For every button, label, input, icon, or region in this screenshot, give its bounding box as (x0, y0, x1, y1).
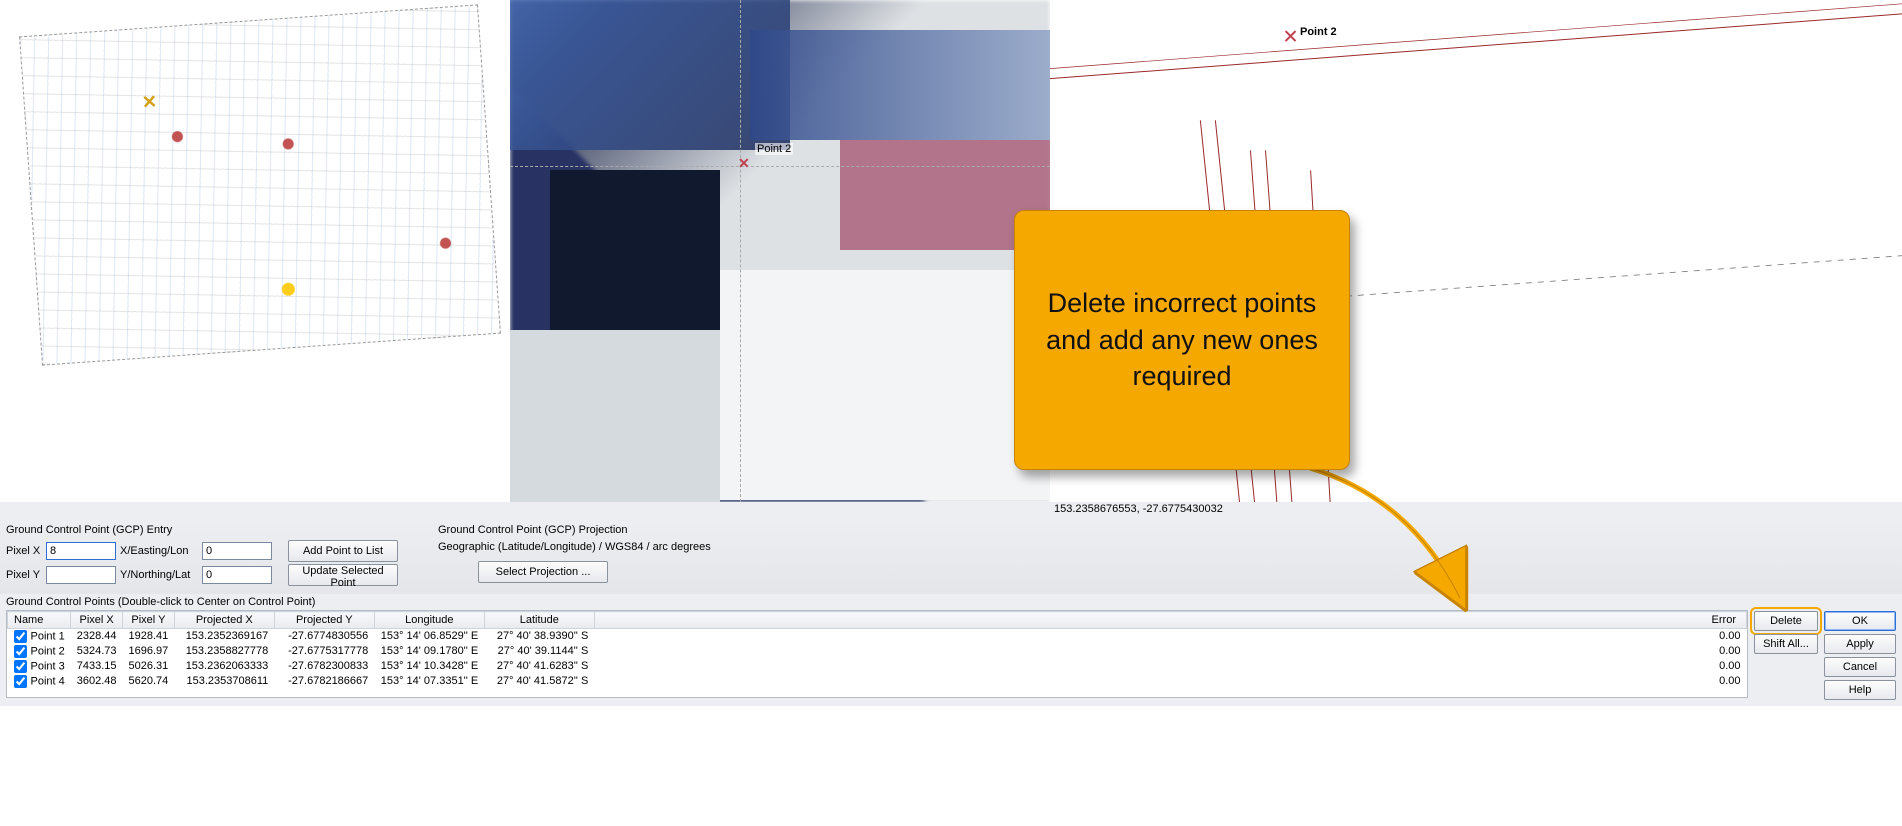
col-lon[interactable]: Longitude (374, 612, 484, 629)
easting-label: X/Easting/Lon (120, 545, 198, 557)
pixel-x-label: Pixel X (6, 545, 42, 557)
map-point-label: Point 2 (1300, 26, 1337, 38)
table-row[interactable]: Point 12328.441928.41153.2352369167-27.6… (8, 629, 1747, 644)
select-projection-button[interactable]: Select Projection ... (478, 561, 608, 583)
dialog-buttons: OK Apply Cancel Help (1824, 610, 1896, 700)
pixel-y-label: Pixel Y (6, 569, 42, 581)
easting-input[interactable] (202, 542, 272, 560)
gcp-table[interactable]: Name Pixel X Pixel Y Projected X Project… (6, 610, 1748, 698)
entry-title: Ground Control Point (GCP) Entry (6, 524, 398, 536)
col-pixelx[interactable]: Pixel X (71, 612, 123, 629)
pixel-x-input[interactable] (46, 542, 116, 560)
help-button[interactable]: Help (1824, 680, 1896, 700)
gcp-table-area: Ground Control Points (Double-click to C… (0, 594, 1902, 706)
overview-panel[interactable]: ✕ (0, 0, 510, 502)
point-marker-icon: ✕ (738, 156, 750, 171)
projection-title: Ground Control Point (GCP) Projection (438, 524, 711, 536)
annotation-callout: Delete incorrect points and add any new … (1014, 210, 1350, 470)
pixel-y-input[interactable] (46, 566, 116, 584)
table-caption: Ground Control Points (Double-click to C… (6, 596, 1896, 608)
northing-input[interactable] (202, 566, 272, 584)
annotation-arrow-icon (1290, 458, 1490, 618)
table-row[interactable]: Point 37433.155026.31153.2362063333-27.6… (8, 659, 1747, 674)
gcp-marker-icon: ✕ (141, 91, 158, 113)
annotation-text: Delete incorrect points and add any new … (1041, 285, 1323, 394)
update-point-button[interactable]: Update Selected Point (288, 564, 398, 586)
row-checkbox[interactable] (14, 645, 27, 658)
table-side-buttons: Delete Shift All... (1754, 610, 1818, 654)
zoom-pixels (510, 0, 1050, 502)
viewport-panels: ✕ ✕ Point 2 Point 2 (0, 0, 1902, 502)
col-lat[interactable]: Latitude (484, 612, 594, 629)
col-projx[interactable]: Projected X (174, 612, 274, 629)
zoom-panel[interactable]: ✕ Point 2 (510, 0, 1050, 502)
delete-button[interactable]: Delete (1754, 611, 1818, 631)
add-point-button[interactable]: Add Point to List (288, 540, 398, 562)
apply-button[interactable]: Apply (1824, 634, 1896, 654)
table-row[interactable]: Point 43602.485620.74153.2353708611-27.6… (8, 674, 1747, 689)
table-row[interactable]: Point 25324.731696.97153.2358827778-27.6… (8, 644, 1747, 659)
crosshair-horizontal (510, 166, 1050, 167)
gcp-entry-form: Ground Control Point (GCP) Entry Pixel X… (0, 520, 1902, 594)
row-checkbox[interactable] (14, 660, 27, 673)
ok-button[interactable]: OK (1824, 611, 1896, 631)
plan-image (19, 4, 501, 365)
coordinate-readout: 153.2358676553, -27.6775430032 (1054, 503, 1223, 515)
col-projy[interactable]: Projected Y (274, 612, 374, 629)
col-err[interactable]: Error (594, 612, 1746, 629)
row-checkbox[interactable] (14, 675, 27, 688)
shift-all-button[interactable]: Shift All... (1754, 634, 1818, 654)
col-pixely[interactable]: Pixel Y (123, 612, 175, 629)
col-name[interactable]: Name (8, 612, 71, 629)
row-checkbox[interactable] (14, 630, 27, 643)
cancel-button[interactable]: Cancel (1824, 657, 1896, 677)
projection-desc: Geographic (Latitude/Longitude) / WGS84 … (438, 541, 711, 553)
point-label: Point 2 (755, 143, 793, 155)
crosshair-vertical (740, 0, 741, 502)
northing-label: Y/Northing/Lat (120, 569, 198, 581)
